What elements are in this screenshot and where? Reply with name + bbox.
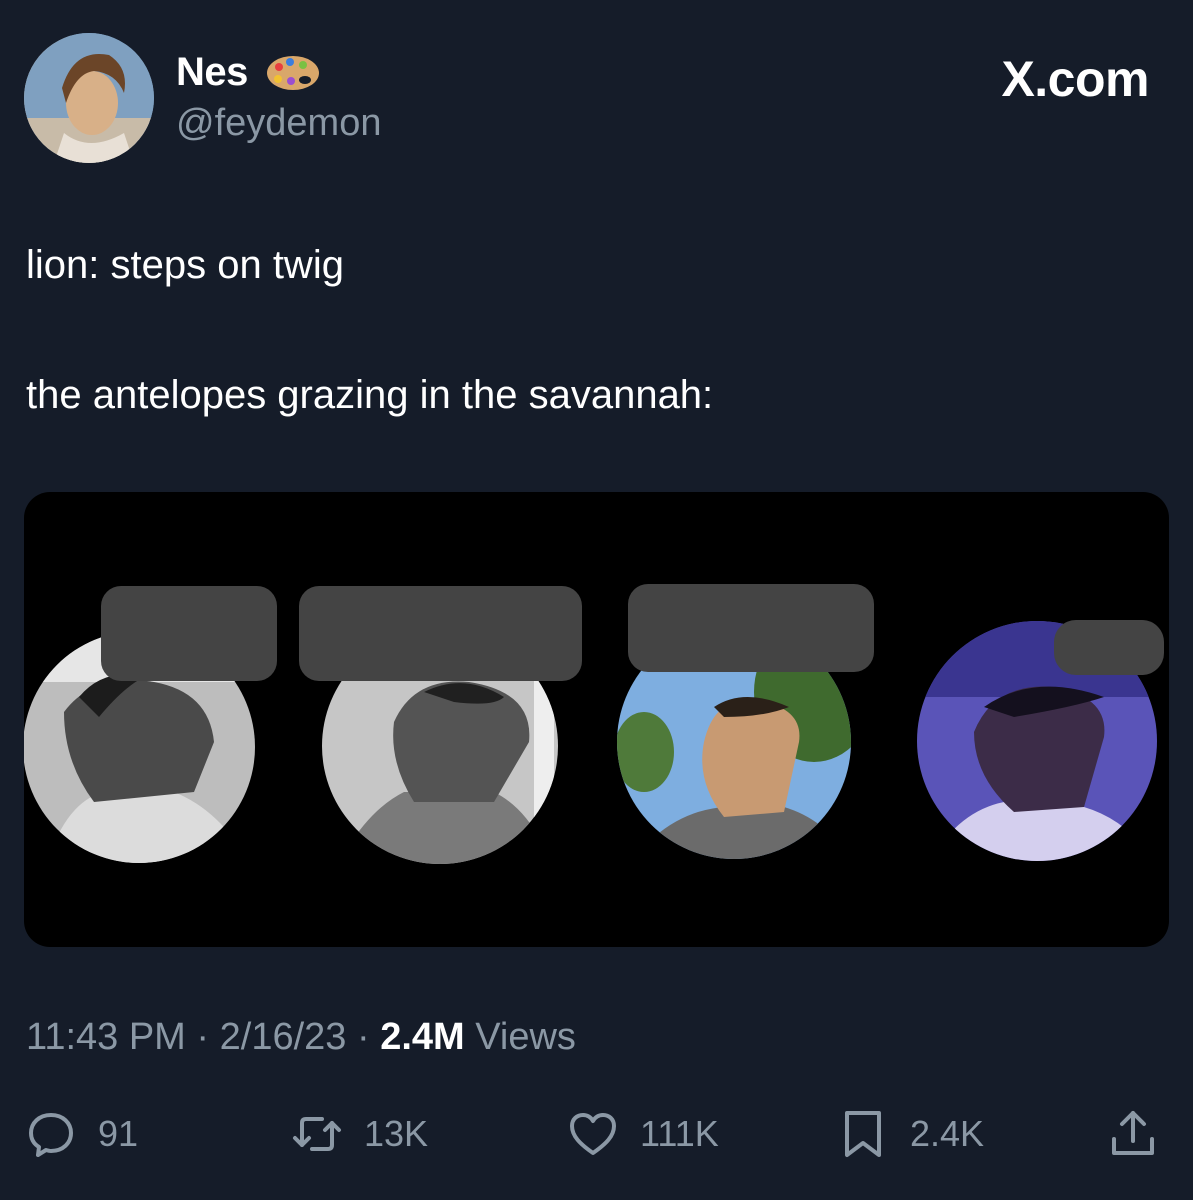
redaction-box-2	[299, 586, 582, 681]
bookmark-icon	[845, 1111, 881, 1157]
tweet-text-line-1: lion: steps on twig	[26, 243, 344, 287]
tweet-meta: 11:43 PM · 2/16/23 · 2.4M Views	[26, 1016, 576, 1059]
redaction-box-3	[628, 584, 874, 672]
repost-icon	[293, 1117, 341, 1151]
redaction-box-4	[1054, 620, 1164, 675]
reply-icon	[29, 1113, 73, 1157]
share-button[interactable]	[1108, 1108, 1158, 1160]
views-count: 2.4M	[380, 1016, 465, 1058]
like-count: 111K	[640, 1113, 719, 1154]
views-label: Views	[464, 1016, 576, 1058]
reply-count: 91	[98, 1113, 139, 1154]
bookmark-button[interactable]: 2.4K	[838, 1108, 984, 1160]
meta-separator: ·	[346, 1016, 381, 1058]
tweet-media-image[interactable]	[24, 492, 1169, 947]
heart-icon	[570, 1113, 616, 1155]
author-handle[interactable]: @feydemon	[176, 102, 381, 145]
author-display-name[interactable]: Nes	[176, 50, 248, 95]
tweet-time[interactable]: 11:43 PM	[26, 1016, 186, 1058]
bookmark-count: 2.4K	[910, 1113, 985, 1154]
repost-count: 13K	[364, 1113, 429, 1154]
like-button[interactable]: 111K	[568, 1108, 719, 1160]
reply-button[interactable]: 91	[26, 1108, 138, 1160]
redaction-box-1	[101, 586, 277, 681]
artist-palette-icon	[267, 56, 319, 90]
meta-separator: ·	[185, 1016, 220, 1058]
tweet-text-line-2: the antelopes grazing in the savannah:	[26, 373, 714, 417]
tweet-date[interactable]: 2/16/23	[220, 1016, 347, 1058]
author-avatar[interactable]	[24, 33, 154, 163]
avatar-image	[24, 33, 154, 163]
brand-label: X.com	[1001, 51, 1149, 107]
share-icon	[1112, 1111, 1154, 1155]
repost-button[interactable]: 13K	[292, 1108, 428, 1160]
